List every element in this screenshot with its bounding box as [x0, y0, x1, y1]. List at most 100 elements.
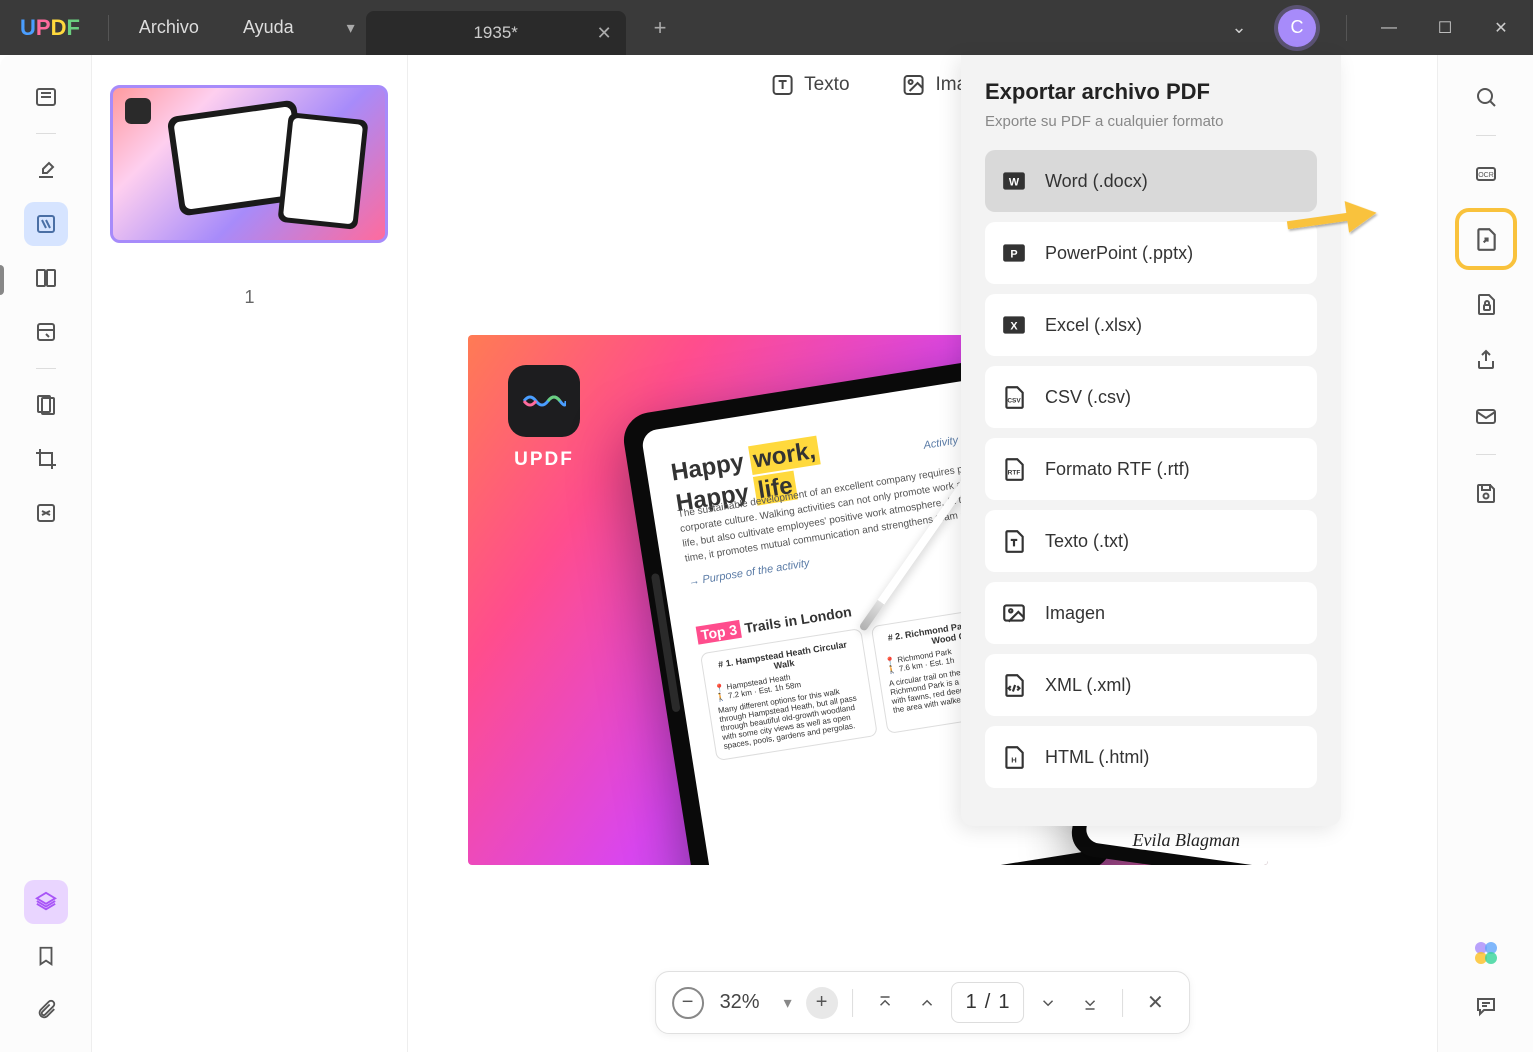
window-maximize-button[interactable]: ☐	[1423, 6, 1467, 50]
page-number-input[interactable]: 1 / 1	[951, 982, 1025, 1023]
separator	[36, 133, 56, 134]
right-toolbar: OCR	[1437, 55, 1533, 1052]
reader-mode-icon[interactable]	[24, 75, 68, 119]
export-powerpoint-label: PowerPoint (.pptx)	[1045, 243, 1193, 264]
protect-icon[interactable]	[1464, 282, 1508, 326]
logo-p: P	[36, 15, 51, 40]
left-toolbar	[0, 55, 92, 1052]
highlight-tool-icon[interactable]	[24, 148, 68, 192]
export-csv-label: CSV (.csv)	[1045, 387, 1131, 408]
left-toolbar-bottom	[24, 880, 68, 1032]
image-icon	[902, 73, 926, 97]
export-powerpoint[interactable]: P PowerPoint (.pptx)	[985, 222, 1317, 284]
thumbnail-panel: 1	[92, 55, 408, 1052]
tab-title: 1935*	[473, 23, 517, 43]
first-page-button[interactable]	[867, 985, 903, 1021]
panel-drag-handle[interactable]	[0, 265, 4, 295]
next-page-button[interactable]	[1030, 985, 1066, 1021]
text-tool[interactable]: Texto	[770, 73, 849, 97]
separator	[36, 368, 56, 369]
save-icon[interactable]	[1464, 471, 1508, 515]
export-icon[interactable]	[1455, 208, 1517, 270]
zoom-out-button[interactable]: −	[672, 987, 704, 1019]
attachment-icon[interactable]	[24, 988, 68, 1032]
text-file-icon	[1001, 528, 1027, 554]
export-rtf[interactable]: RTF Formato RTF (.rtf)	[985, 438, 1317, 500]
svg-text:X: X	[1010, 320, 1018, 332]
crop-tool-icon[interactable]	[24, 437, 68, 481]
trail-card-1: # 1. Hampstead Heath Circular Walk 📍 Ham…	[700, 628, 878, 761]
wave-icon	[522, 389, 566, 413]
html-icon: H	[1001, 744, 1027, 770]
zoom-bar: − 32% ▾ + 1 / 1 ✕	[655, 971, 1191, 1034]
logo-d: D	[51, 15, 67, 40]
word-icon: W	[1001, 168, 1027, 194]
menu-help[interactable]: Ayuda	[221, 17, 316, 38]
tab-close-icon[interactable]: ✕	[597, 23, 612, 44]
separator	[1122, 989, 1123, 1017]
email-icon[interactable]	[1464, 394, 1508, 438]
svg-text:OCR: OCR	[1478, 172, 1494, 179]
export-html[interactable]: H HTML (.html)	[985, 726, 1317, 788]
export-image[interactable]: Imagen	[985, 582, 1317, 644]
page-tool-icon[interactable]	[24, 256, 68, 300]
powerpoint-icon: P	[1001, 240, 1027, 266]
export-subtitle: Exporte su PDF a cualquier formato	[985, 113, 1317, 130]
signature-name: Evila Blagman	[1133, 830, 1240, 851]
redact-tool-icon[interactable]	[24, 491, 68, 535]
rtf-icon: RTF	[1001, 456, 1027, 482]
titlebar-right: ⌄ C — ☐ ✕	[1222, 6, 1533, 50]
export-xml[interactable]: XML (.xml)	[985, 654, 1317, 716]
export-text[interactable]: Texto (.txt)	[985, 510, 1317, 572]
logo-f: F	[66, 15, 79, 40]
export-rtf-label: Formato RTF (.rtf)	[1045, 459, 1190, 480]
thumbnail-page-number: 1	[110, 287, 389, 308]
form-tool-icon[interactable]	[24, 310, 68, 354]
svg-text:H: H	[1011, 755, 1016, 764]
svg-text:CSV: CSV	[1007, 397, 1021, 404]
last-page-button[interactable]	[1072, 985, 1108, 1021]
page-thumbnail[interactable]	[110, 85, 388, 243]
tab-list-dropdown-icon[interactable]: ▾	[336, 8, 366, 48]
document-tab[interactable]: 1935* ✕	[366, 11, 626, 55]
layers-icon[interactable]	[24, 880, 68, 924]
window-dropdown-icon[interactable]: ⌄	[1222, 11, 1256, 45]
ocr-icon[interactable]: OCR	[1464, 152, 1508, 196]
tab-bar: ▾ 1935* ✕ +	[336, 0, 667, 55]
prev-page-button[interactable]	[909, 985, 945, 1021]
separator	[1476, 454, 1496, 455]
export-html-label: HTML (.html)	[1045, 747, 1149, 768]
zoom-dropdown-icon[interactable]: ▾	[776, 993, 800, 1013]
export-xml-label: XML (.xml)	[1045, 675, 1131, 696]
export-word[interactable]: W Word (.docx)	[985, 150, 1317, 212]
excel-icon: X	[1001, 312, 1027, 338]
export-csv[interactable]: CSV CSV (.csv)	[985, 366, 1317, 428]
window-minimize-button[interactable]: —	[1367, 6, 1411, 50]
export-excel[interactable]: X Excel (.xlsx)	[985, 294, 1317, 356]
close-zoom-bar-button[interactable]: ✕	[1137, 985, 1173, 1021]
new-tab-button[interactable]: +	[654, 15, 667, 41]
window-close-button[interactable]: ✕	[1479, 6, 1523, 50]
export-word-label: Word (.docx)	[1045, 171, 1148, 192]
zoom-in-button[interactable]: +	[806, 987, 838, 1019]
svg-text:W: W	[1009, 176, 1020, 188]
organize-pages-icon[interactable]	[24, 383, 68, 427]
logo-u: U	[20, 15, 36, 40]
menu-file[interactable]: Archivo	[117, 17, 221, 38]
zoom-percent[interactable]: 32%	[710, 991, 770, 1014]
page-logo-text: UPDF	[508, 449, 580, 471]
text-tool-label: Texto	[804, 74, 849, 96]
csv-icon: CSV	[1001, 384, 1027, 410]
divider	[108, 15, 109, 41]
share-icon[interactable]	[1464, 338, 1508, 382]
main-canvas: Texto Imagen UPDF Happy	[408, 55, 1437, 1052]
edit-tool-icon[interactable]	[24, 202, 68, 246]
app-logo: UPDF	[0, 15, 100, 41]
ai-assistant-icon[interactable]	[1469, 936, 1503, 970]
page-total: 1	[998, 991, 1009, 1014]
comment-icon[interactable]	[1464, 984, 1508, 1028]
bookmark-icon[interactable]	[24, 934, 68, 978]
user-avatar[interactable]: C	[1278, 9, 1316, 47]
search-icon[interactable]	[1464, 75, 1508, 119]
image-file-icon	[1001, 600, 1027, 626]
